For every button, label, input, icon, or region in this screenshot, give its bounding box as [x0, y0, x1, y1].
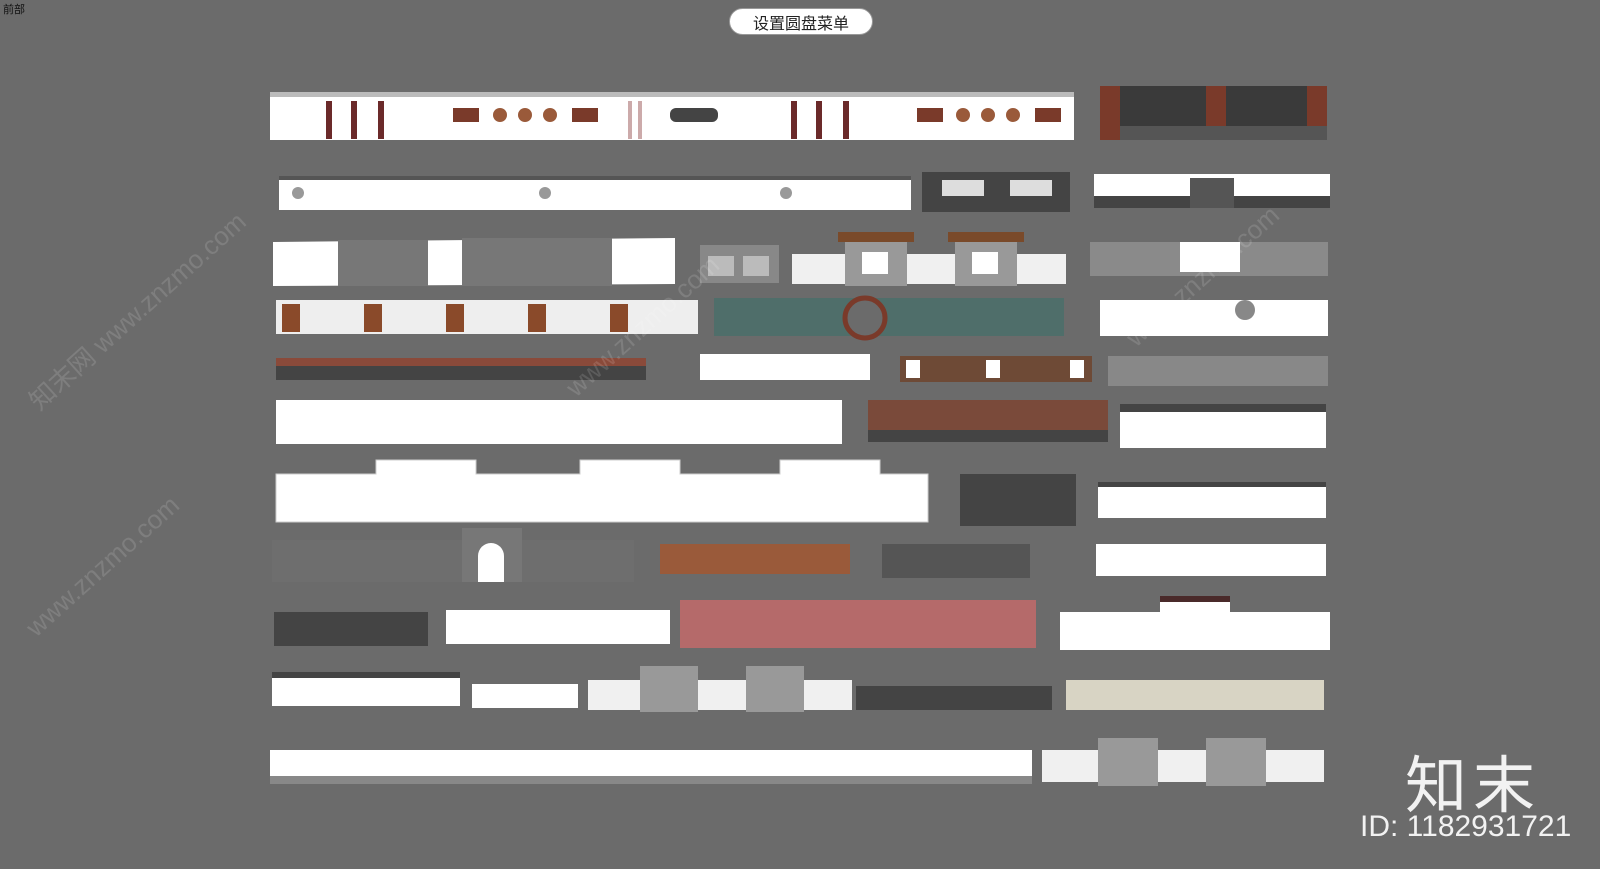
wall-model-dark-gate[interactable]: [960, 474, 1076, 526]
wall-model-white-circles[interactable]: [279, 176, 911, 210]
wall-model-windows-trees[interactable]: [446, 610, 670, 644]
wall-model-wood-panels[interactable]: [900, 356, 1092, 382]
wall-model-white-long[interactable]: [276, 400, 842, 444]
wall-model-small-white[interactable]: [700, 354, 870, 380]
wall-model-red-lattice[interactable]: [680, 600, 1036, 648]
wall-model-arch-white[interactable]: [472, 684, 578, 708]
asset-id: ID: 1182931721: [1360, 810, 1572, 843]
wall-model-framed-panels[interactable]: [922, 172, 1070, 212]
wall-model-teal-moongate[interactable]: [714, 295, 1064, 341]
wall-model-orange-lattice[interactable]: [660, 544, 850, 574]
wall-model-lattice-fence[interactable]: [868, 400, 1108, 442]
model-viewport[interactable]: [0, 0, 1600, 869]
wall-model-roofed-piers-2[interactable]: [588, 666, 852, 712]
wall-model-diamond-pattern[interactable]: [1108, 356, 1328, 386]
wall-model-hexagon-windows[interactable]: [1120, 404, 1326, 448]
wall-model-cream-windows[interactable]: [1066, 680, 1324, 710]
wall-model-relief-panels[interactable]: [882, 544, 1030, 578]
wall-model-dot-windows[interactable]: [272, 672, 460, 706]
wall-model-roofed-piers[interactable]: [792, 232, 1066, 286]
wall-model-plain-white[interactable]: [1096, 544, 1326, 576]
wall-model-gray-block[interactable]: [700, 245, 779, 283]
wall-model-trees-white[interactable]: [1098, 482, 1326, 518]
wall-model-iron-fence[interactable]: [1100, 86, 1327, 140]
wall-model-long-white[interactable]: [270, 92, 1074, 140]
wall-model-brown-fence[interactable]: [274, 612, 428, 646]
wall-model-stepped-parapet[interactable]: [275, 459, 929, 523]
wall-model-ornate-gate[interactable]: [1094, 174, 1330, 208]
wall-model-fan-windows[interactable]: [1060, 596, 1330, 650]
wall-model-roofed-piers-3[interactable]: [1042, 738, 1324, 786]
wall-model-brick-arch[interactable]: [272, 528, 634, 582]
wall-model-village-long[interactable]: [270, 750, 1032, 784]
wall-model-white-moongate[interactable]: [1100, 300, 1328, 336]
wall-model-stone-gate[interactable]: [1090, 242, 1328, 276]
wall-model-red-trim[interactable]: [276, 358, 646, 380]
wall-model-screen-panels[interactable]: [273, 238, 675, 286]
wall-model-ornate-gate-2[interactable]: [856, 686, 1052, 710]
wall-model-carved-panels[interactable]: [276, 300, 698, 334]
